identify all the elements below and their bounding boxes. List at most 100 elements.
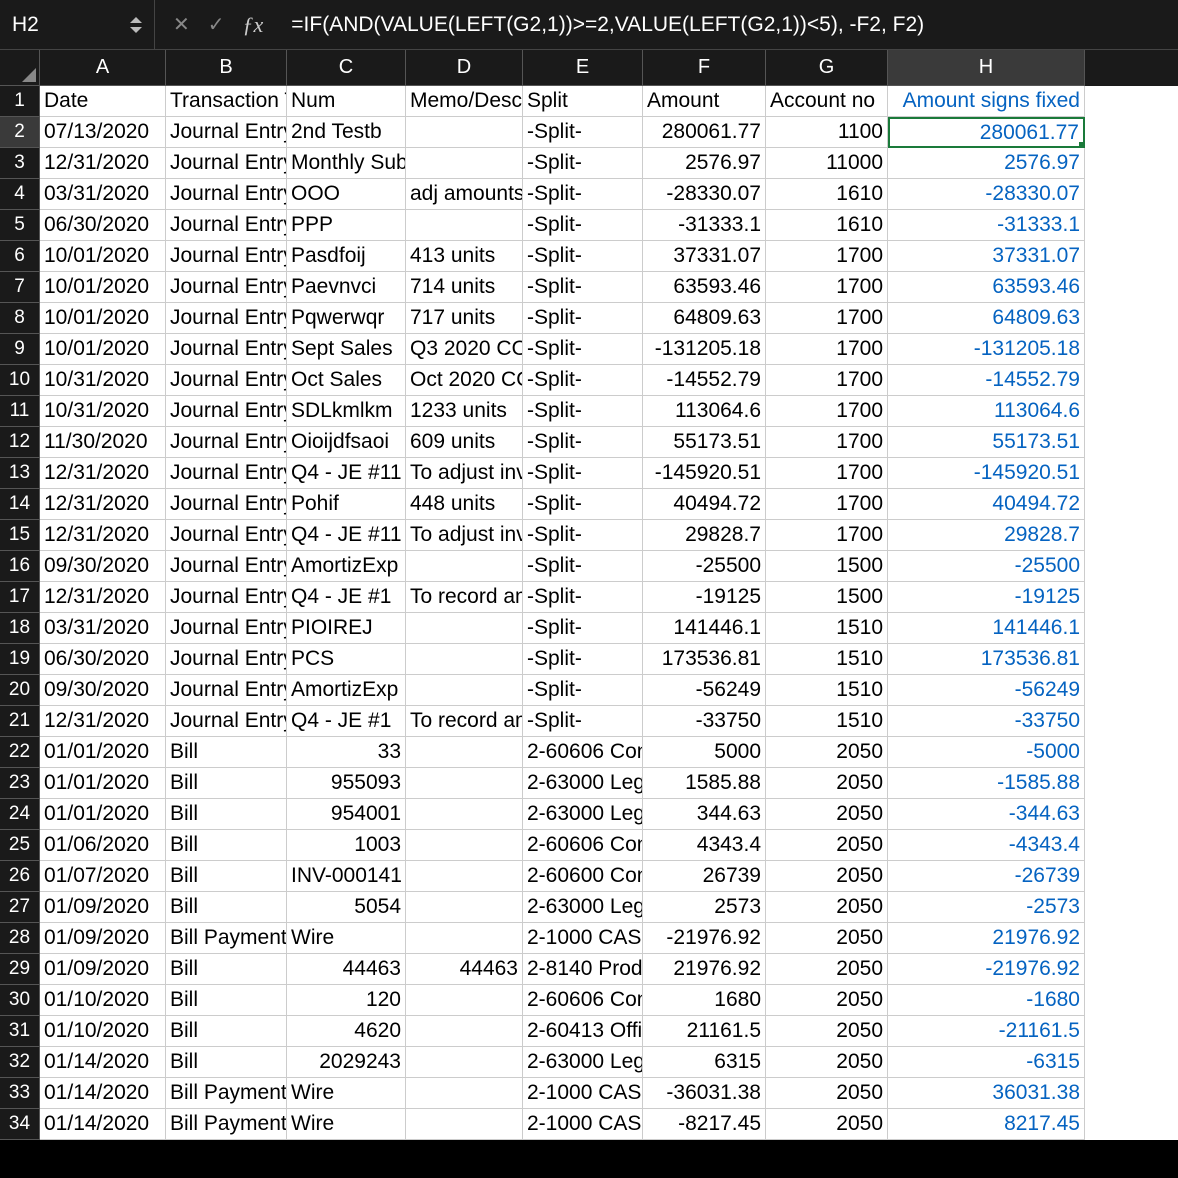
cell[interactable]: Journal Entry: [166, 117, 287, 148]
cell[interactable]: AmortizExp: [287, 675, 406, 706]
cell[interactable]: 2-60600 Con: [523, 861, 643, 892]
cell[interactable]: 01/07/2020: [40, 861, 166, 892]
cell[interactable]: 2050: [766, 861, 888, 892]
cell[interactable]: 173536.81: [643, 644, 766, 675]
cell[interactable]: Journal Entry: [166, 179, 287, 210]
cell[interactable]: [406, 551, 523, 582]
cell[interactable]: Journal Entry: [166, 396, 287, 427]
cell[interactable]: 01/14/2020: [40, 1109, 166, 1140]
cell[interactable]: 29828.7: [888, 520, 1085, 551]
cell[interactable]: -Split-: [523, 551, 643, 582]
cell[interactable]: [406, 799, 523, 830]
cell[interactable]: [406, 861, 523, 892]
column-header-H[interactable]: H: [888, 50, 1085, 86]
cell[interactable]: Account no: [766, 86, 888, 117]
cell[interactable]: 6315: [643, 1047, 766, 1078]
cell[interactable]: 954001: [287, 799, 406, 830]
cell[interactable]: 2576.97: [643, 148, 766, 179]
cell[interactable]: To adjust inv: [406, 520, 523, 551]
cell[interactable]: -5000: [888, 737, 1085, 768]
cell[interactable]: -Split-: [523, 396, 643, 427]
cell[interactable]: To adjust inv: [406, 458, 523, 489]
cell[interactable]: [406, 830, 523, 861]
row-header[interactable]: 25: [0, 830, 40, 861]
row-header[interactable]: 10: [0, 365, 40, 396]
name-box-stepper[interactable]: [130, 17, 142, 33]
cell[interactable]: 1500: [766, 551, 888, 582]
cell[interactable]: -Split-: [523, 365, 643, 396]
cell[interactable]: 1585.88: [643, 768, 766, 799]
cell[interactable]: 06/30/2020: [40, 210, 166, 241]
cell[interactable]: 2050: [766, 799, 888, 830]
row-header[interactable]: 28: [0, 923, 40, 954]
cell[interactable]: 1003: [287, 830, 406, 861]
cell[interactable]: -56249: [888, 675, 1085, 706]
cell[interactable]: -36031.38: [643, 1078, 766, 1109]
cell[interactable]: Bill: [166, 954, 287, 985]
cell[interactable]: Journal Entry: [166, 272, 287, 303]
cell[interactable]: -Split-: [523, 303, 643, 334]
cell[interactable]: 1510: [766, 675, 888, 706]
cell[interactable]: Journal Entry: [166, 520, 287, 551]
cell[interactable]: Pohif: [287, 489, 406, 520]
cell[interactable]: 12/31/2020: [40, 489, 166, 520]
cell[interactable]: 2029243: [287, 1047, 406, 1078]
cell[interactable]: 2573: [643, 892, 766, 923]
cell[interactable]: 11/30/2020: [40, 427, 166, 458]
cell[interactable]: 40494.72: [888, 489, 1085, 520]
cell[interactable]: 44463: [406, 954, 523, 985]
cell[interactable]: Wire: [287, 1109, 406, 1140]
cell[interactable]: 09/30/2020: [40, 675, 166, 706]
cell[interactable]: Bill Payment: [166, 1109, 287, 1140]
cell[interactable]: 2-8140 Produ: [523, 954, 643, 985]
cell[interactable]: Wire: [287, 1078, 406, 1109]
cell[interactable]: [406, 768, 523, 799]
cell[interactable]: -145920.51: [643, 458, 766, 489]
cell[interactable]: 173536.81: [888, 644, 1085, 675]
cell[interactable]: Journal Entry: [166, 427, 287, 458]
cell[interactable]: [406, 148, 523, 179]
cell[interactable]: 64809.63: [888, 303, 1085, 334]
cell[interactable]: Sept Sales: [287, 334, 406, 365]
column-header-G[interactable]: G: [766, 50, 888, 86]
cell[interactable]: 01/14/2020: [40, 1078, 166, 1109]
cell[interactable]: -Split-: [523, 334, 643, 365]
cell[interactable]: 01/01/2020: [40, 799, 166, 830]
cell[interactable]: Journal Entry: [166, 148, 287, 179]
cell[interactable]: 1510: [766, 613, 888, 644]
cell[interactable]: -6315: [888, 1047, 1085, 1078]
cell[interactable]: 4620: [287, 1016, 406, 1047]
cell[interactable]: [406, 1047, 523, 1078]
cell[interactable]: 12/31/2020: [40, 520, 166, 551]
cell[interactable]: -28330.07: [888, 179, 1085, 210]
cell[interactable]: 36031.38: [888, 1078, 1085, 1109]
cell[interactable]: 01/09/2020: [40, 954, 166, 985]
cell[interactable]: -26739: [888, 861, 1085, 892]
cell[interactable]: -131205.18: [643, 334, 766, 365]
cell[interactable]: Bill: [166, 768, 287, 799]
cell[interactable]: Transaction Type: [166, 86, 287, 117]
cell[interactable]: -33750: [643, 706, 766, 737]
formula-input[interactable]: =IF(AND(VALUE(LEFT(G2,1))>=2,VALUE(LEFT(…: [291, 13, 1178, 37]
cell[interactable]: 01/01/2020: [40, 768, 166, 799]
cell[interactable]: Journal Entry: [166, 210, 287, 241]
cell[interactable]: 113064.6: [888, 396, 1085, 427]
row-header[interactable]: 22: [0, 737, 40, 768]
cell[interactable]: 06/30/2020: [40, 644, 166, 675]
cell[interactable]: 2-60606 Con: [523, 830, 643, 861]
cell[interactable]: Oioijdfsaoi: [287, 427, 406, 458]
cell[interactable]: 2-60606 Con: [523, 985, 643, 1016]
cell[interactable]: -4343.4: [888, 830, 1085, 861]
cell[interactable]: 1233 units: [406, 396, 523, 427]
cell[interactable]: 10/01/2020: [40, 272, 166, 303]
cell[interactable]: 1700: [766, 489, 888, 520]
cell[interactable]: 1700: [766, 303, 888, 334]
cell[interactable]: -Split-: [523, 210, 643, 241]
cell[interactable]: -8217.45: [643, 1109, 766, 1140]
cell[interactable]: Bill: [166, 861, 287, 892]
cell[interactable]: 1700: [766, 520, 888, 551]
cell[interactable]: 2050: [766, 1109, 888, 1140]
row-header[interactable]: 19: [0, 644, 40, 675]
row-header[interactable]: 24: [0, 799, 40, 830]
cell[interactable]: 11000: [766, 148, 888, 179]
